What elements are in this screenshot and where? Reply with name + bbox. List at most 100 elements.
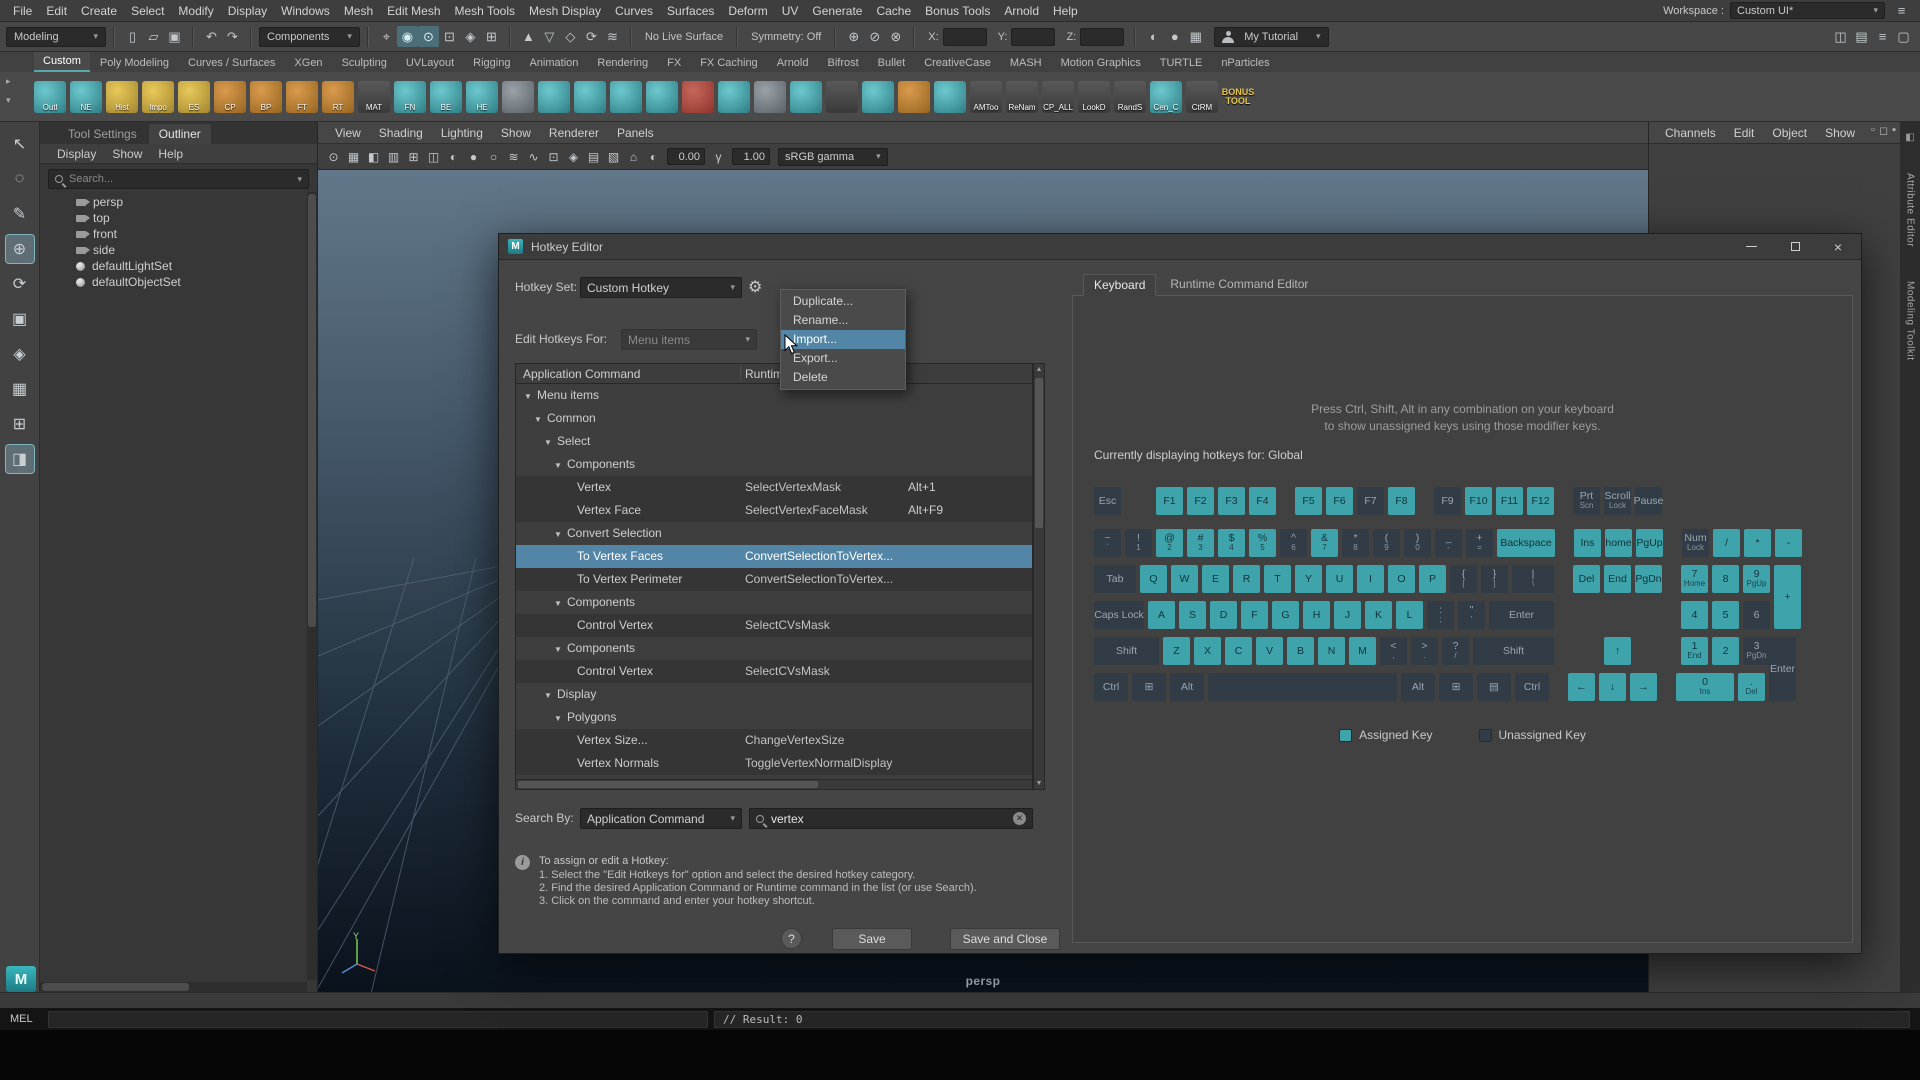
shelf-tab[interactable]: Curves / Surfaces (179, 54, 284, 72)
keyboard-key[interactable]: O (1388, 565, 1415, 593)
file-operation-icon[interactable]: ▣ (164, 26, 185, 47)
shelf-tool-button[interactable] (610, 81, 642, 113)
context-menu-item[interactable]: Delete (781, 368, 905, 387)
keyboard-key[interactable]: | \ (1512, 565, 1554, 593)
keyboard-key[interactable]: Del (1573, 565, 1600, 593)
outliner-item[interactable]: front (40, 226, 317, 242)
keyboard-key[interactable]: F4 (1249, 487, 1276, 515)
scroll-up-icon[interactable]: ▲ (1034, 366, 1044, 373)
viewport-display-icon[interactable]: ◐ (444, 147, 463, 166)
history-toggle-icon[interactable]: ▽ (539, 26, 560, 47)
outliner-item[interactable]: defaultLightSet (40, 258, 317, 274)
shelf-nav-arrows[interactable]: ▸▾ (6, 76, 11, 106)
keyboard-key[interactable]: Alt (1401, 673, 1435, 701)
menubar-item[interactable]: Deform (721, 4, 774, 18)
keyboard-key[interactable]: + = (1466, 529, 1493, 557)
table-row[interactable]: Vertex Normals ToggleVertexNormalDisplay (516, 752, 1032, 775)
file-operation-icon[interactable]: ▱ (143, 26, 164, 47)
table-row[interactable]: Control Vertex SelectCVsMask (516, 614, 1032, 637)
keyboard-key[interactable]: * 8 (1342, 529, 1369, 557)
keyboard-key[interactable]: Enter (1769, 637, 1796, 701)
table-row[interactable]: Vertex Face SelectVertexFaceMask Alt+F9 (516, 499, 1032, 522)
shelf-tool-button[interactable]: MAT (358, 81, 390, 113)
keyboard-key[interactable]: 6 (1743, 601, 1770, 629)
panel-tab[interactable]: Tool Settings (58, 124, 147, 144)
panel-corner-icon[interactable]: ▪ (1892, 124, 1896, 137)
keyboard-key[interactable]: } ] (1481, 565, 1508, 593)
expand-arrow-icon[interactable]: ▼ (544, 431, 557, 454)
shelf-tab[interactable]: Sculpting (333, 54, 396, 72)
shelf-tool-button[interactable] (790, 81, 822, 113)
keyboard-key[interactable]: 9 PgUp (1743, 565, 1770, 593)
keyboard-key[interactable]: F6 (1326, 487, 1353, 515)
colorspace-dropdown[interactable]: sRGB gamma ▾ (778, 148, 888, 166)
shelf-tab[interactable]: UVLayout (397, 54, 463, 72)
shelf-tool-button[interactable]: LookD (1078, 81, 1110, 113)
shelf-tool-button[interactable] (718, 81, 750, 113)
keyboard-key[interactable]: ↑ (1604, 637, 1631, 665)
keyboard-key[interactable]: J (1334, 601, 1361, 629)
shelf-tool-button[interactable] (862, 81, 894, 113)
shelf-tool-button[interactable]: HE (466, 81, 498, 113)
editor-tab[interactable]: Runtime Command Editor (1160, 274, 1318, 296)
undo-redo-icon[interactable]: ↷ (222, 26, 243, 47)
menubar-item[interactable]: Help (1046, 4, 1085, 18)
shelf-tool-button[interactable]: RandS (1114, 81, 1146, 113)
table-row[interactable]: ▼Select (516, 430, 1032, 453)
shelf-tool-button[interactable]: BE (430, 81, 462, 113)
menubar-item[interactable]: Mesh (337, 4, 380, 18)
menubar-item[interactable]: Arnold (997, 4, 1046, 18)
keyboard-key[interactable]: ^ 6 (1280, 529, 1307, 557)
scrollbar-thumb[interactable] (42, 983, 189, 991)
live-surface-status[interactable]: No Live Surface (639, 31, 729, 43)
render-icon[interactable]: ● (1164, 26, 1185, 47)
editor-tab[interactable]: Keyboard (1083, 274, 1156, 296)
expand-arrow-icon[interactable]: ▼ (534, 408, 547, 431)
command-language-switch[interactable]: MEL (10, 1013, 42, 1025)
toolbox-tool[interactable]: ⟳ (6, 270, 34, 298)
help-button[interactable]: ? (781, 928, 802, 949)
keyboard-key[interactable]: H (1303, 601, 1330, 629)
viewport-display-icon[interactable]: ▥ (384, 147, 403, 166)
table-row[interactable]: Control Vertex SelectCVsMask (516, 660, 1032, 683)
selection-mask-dropdown[interactable]: Components ▾ (259, 27, 360, 47)
snap-toggle-icon[interactable]: ⊙ (418, 26, 439, 47)
shelf-tool-button[interactable]: Cen_C (1150, 81, 1182, 113)
toolbox-tool[interactable]: ⊞ (6, 410, 34, 438)
snap-toggle-icon[interactable]: ⌖ (376, 26, 397, 47)
outliner-horizontal-scrollbar[interactable] (40, 982, 307, 992)
shelf-tool-button[interactable] (934, 81, 966, 113)
keyboard-key[interactable]: X (1194, 637, 1221, 665)
viewport-display-icon[interactable]: ▤ (584, 147, 603, 166)
shelf-tab[interactable]: Bifrost (818, 54, 867, 72)
search-by-dropdown[interactable]: Application Command ▾ (580, 808, 742, 829)
shelf-tab[interactable]: Rigging (464, 54, 519, 72)
keyboard-key[interactable]: ? / (1442, 637, 1469, 665)
panel-corner-icon[interactable]: ◻ (1879, 124, 1888, 137)
viewport-display-icon[interactable]: ◧ (364, 147, 383, 166)
shelf-tab[interactable]: CreativeCase (915, 54, 1000, 72)
viewport-display-icon[interactable]: ○ (484, 147, 503, 166)
shelf-tool-button[interactable] (682, 81, 714, 113)
shelf-tool-button[interactable]: NE (70, 81, 102, 113)
keyboard-key[interactable]: Ins (1574, 529, 1601, 557)
toolbox-tool[interactable]: ▣ (6, 305, 34, 333)
keyboard-key[interactable]: End (1604, 565, 1631, 593)
viewport-display-icon[interactable]: ● (464, 147, 483, 166)
table-row[interactable]: To Vertex Faces ConvertSelectionToVertex… (516, 545, 1032, 568)
keyboard-key[interactable]: 8 (1712, 565, 1739, 593)
keyboard-key[interactable]: B (1287, 637, 1314, 665)
construction-toggle-icon[interactable]: ⊕ (843, 26, 864, 47)
shelf-tab[interactable]: Bullet (869, 54, 915, 72)
keyboard-key[interactable]: R (1233, 565, 1260, 593)
keyboard-key[interactable]: M (1349, 637, 1376, 665)
shelf-tab[interactable]: Motion Graphics (1052, 54, 1150, 72)
toolbox-tool[interactable]: ✎ (6, 200, 34, 228)
viewport-menu-item[interactable]: View (326, 126, 370, 140)
keyboard-key[interactable]: % 5 (1249, 529, 1276, 557)
scrollbar-thumb[interactable] (518, 781, 818, 788)
keyboard-key[interactable]: Tab (1094, 565, 1136, 593)
keyboard-key[interactable]: > . (1411, 637, 1438, 665)
viewport-display-icon[interactable]: ⊡ (544, 147, 563, 166)
shelf-tool-button[interactable]: CtRM (1186, 81, 1218, 113)
